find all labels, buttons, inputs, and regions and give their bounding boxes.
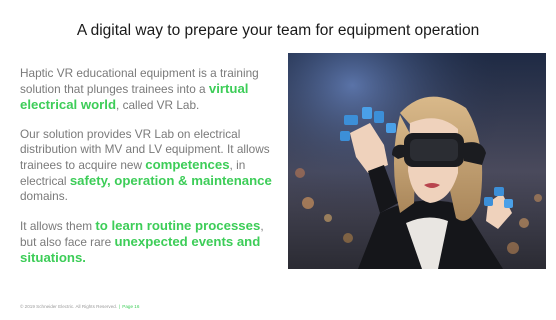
footer: © 2019 Schneider Electric. All Rights Re… xyxy=(20,304,139,309)
vr-photo-illustration xyxy=(288,53,546,269)
slide-title: A digital way to prepare your team for e… xyxy=(76,22,480,39)
footer-copyright: © 2019 Schneider Electric. All Rights Re… xyxy=(20,304,118,309)
slide: A digital way to prepare your team for e… xyxy=(0,0,556,320)
footer-separator: | xyxy=(119,304,121,309)
text-segment: domains. xyxy=(20,189,68,203)
text-segment: It allows them xyxy=(20,219,96,233)
body-text: Haptic VR educational equipment is a tra… xyxy=(20,66,282,280)
highlight-learn-routine-processes: to learn routine processes xyxy=(95,218,261,233)
paragraph-solution: Our solution provides VR Lab on electric… xyxy=(20,127,282,204)
highlight-competences: competences xyxy=(145,157,230,172)
footer-page-number: Page 16 xyxy=(122,304,140,309)
text-segment: , called VR Lab. xyxy=(116,98,200,112)
vr-headset-photo xyxy=(288,53,546,269)
paragraph-intro: Haptic VR educational equipment is a tra… xyxy=(20,66,282,113)
highlight-safety-operation-maintenance: safety, operation & maintenance xyxy=(69,173,272,188)
paragraph-routine: It allows them to learn routine processe… xyxy=(20,218,282,266)
